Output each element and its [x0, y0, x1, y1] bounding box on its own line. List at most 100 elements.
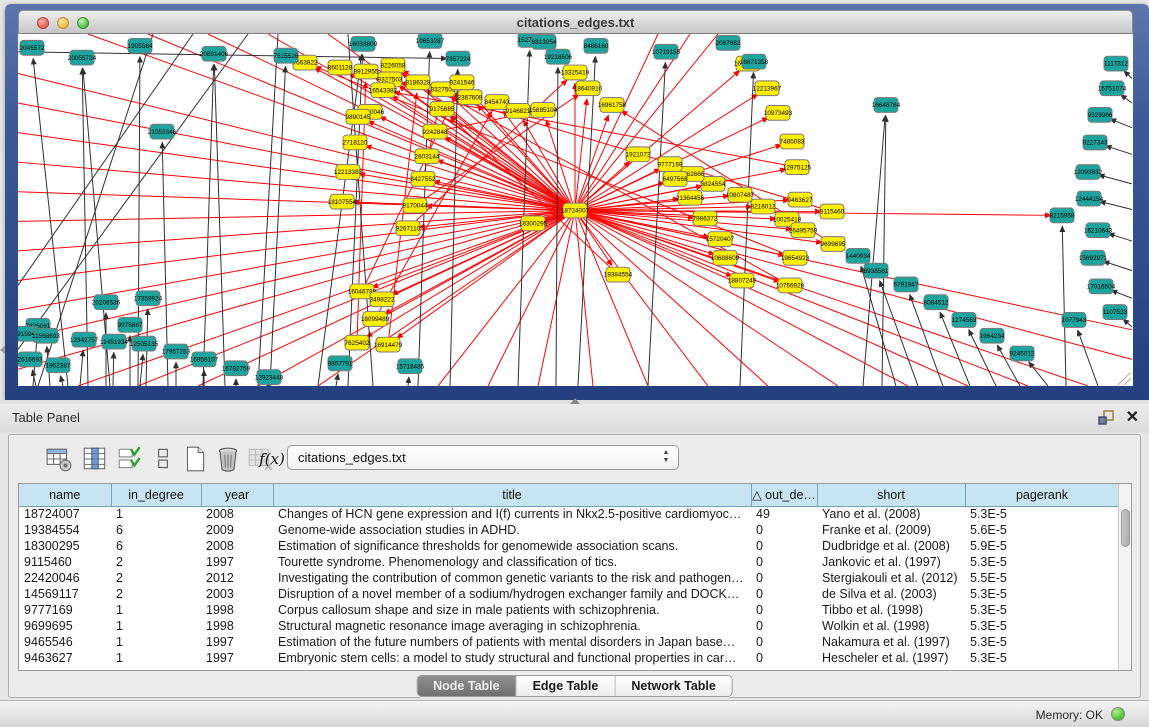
table-cell[interactable]: 2012 — [201, 570, 273, 586]
table-cell[interactable]: Structural magnetic resonance image aver… — [273, 618, 751, 634]
graph-node[interactable]: 10807487 — [726, 187, 755, 202]
network-canvas[interactable]: 1872400776638228601128891295582260589327… — [18, 34, 1133, 386]
table-cell[interactable]: 5.9E-5 — [965, 538, 1119, 554]
table-cell[interactable]: 2 — [111, 586, 201, 602]
table-cell[interactable]: 9115460 — [19, 554, 111, 570]
table-cell[interactable]: 0 — [751, 650, 817, 666]
graph-node[interactable]: 9175685 — [430, 102, 455, 117]
table-cell[interactable]: Genome-wide association studies in ADHD. — [273, 522, 751, 538]
graph-node[interactable]: 12213383 — [334, 165, 363, 180]
table-cell[interactable]: 0 — [751, 586, 817, 602]
table-cell[interactable]: 9777169 — [19, 602, 111, 618]
table-cell[interactable]: 18300295 — [19, 538, 111, 554]
graph-node[interactable]: 12975125 — [783, 160, 812, 175]
table-cell[interactable]: 5.3E-5 — [965, 602, 1119, 618]
table-cell[interactable]: Hescheler et al. (1997) — [817, 650, 965, 666]
graph-node[interactable]: 1077943 — [1062, 313, 1087, 328]
graph-node[interactable]: 2718120 — [343, 135, 368, 150]
table-cell[interactable]: Changes of HCN gene expression and I(f) … — [273, 506, 751, 522]
graph-node[interactable]: 17957253 — [162, 344, 191, 359]
column-header-name[interactable]: name — [19, 484, 111, 506]
graph-node[interactable]: 9115460 — [820, 204, 845, 219]
graph-node[interactable]: 19218506 — [544, 49, 573, 64]
table-cell[interactable]: Estimation of significance thresholds fo… — [273, 538, 751, 554]
graph-node[interactable]: 2087682 — [716, 35, 741, 50]
graph-node[interactable]: 9975887 — [118, 317, 143, 332]
graph-node[interactable]: 11568693 — [32, 328, 60, 343]
graph-node[interactable]: 15692971 — [1079, 250, 1108, 265]
table-row[interactable]: 1456911722003Disruption of a novel membe… — [19, 586, 1119, 602]
graph-node[interactable]: 16671358 — [740, 54, 769, 69]
table-cell[interactable]: Jankovic et al. (1997) — [817, 554, 965, 570]
graph-node[interactable]: 16033809 — [349, 36, 378, 51]
table-cell[interactable]: 0 — [751, 618, 817, 634]
graph-node[interactable]: 7485083 — [780, 134, 805, 149]
table-cell[interactable]: 1 — [111, 634, 201, 650]
table-scrollbar[interactable] — [1118, 484, 1131, 670]
table-cell[interactable]: Dudbridge et al. (2008) — [817, 538, 965, 554]
graph-node[interactable]: 9170044 — [403, 198, 428, 213]
graph-node[interactable]: 9890145 — [346, 109, 371, 124]
graph-node[interactable]: 12505135 — [130, 336, 159, 351]
graph-node[interactable]: 9227343 — [1083, 135, 1108, 150]
select-all-icon[interactable] — [116, 445, 144, 473]
graph-node[interactable]: 17359924 — [134, 291, 163, 306]
graph-node[interactable]: 1962387 — [46, 358, 71, 373]
graph-node[interactable]: 3498222 — [370, 292, 395, 307]
graph-node[interactable]: 8186328 — [406, 75, 431, 90]
graph-node[interactable]: 16914479 — [374, 337, 403, 352]
table-cell[interactable]: 1998 — [201, 602, 273, 618]
graph-node[interactable]: 18640910 — [574, 81, 603, 96]
graph-node[interactable]: 8912955 — [354, 64, 379, 79]
graph-node[interactable]: 18099489 — [361, 312, 390, 327]
graph-node[interactable]: 21364456 — [676, 190, 705, 205]
graph-node[interactable]: 16961758 — [598, 98, 627, 113]
row-height-icon[interactable] — [149, 445, 177, 473]
table-cell[interactable]: 6 — [111, 538, 201, 554]
table-cell[interactable]: 5.3E-5 — [965, 506, 1119, 522]
graph-node[interactable]: 6497568 — [663, 172, 688, 187]
graph-node[interactable]: 8938581 — [864, 263, 889, 278]
graph-node[interactable]: 8813054 — [532, 34, 557, 49]
table-cell[interactable]: 5.3E-5 — [965, 554, 1119, 570]
table-cell[interactable]: 5.3E-5 — [965, 634, 1119, 650]
graph-node[interactable]: 7857224 — [446, 51, 471, 66]
graph-node[interactable]: 12093832 — [1074, 165, 1103, 180]
graph-node[interactable]: 2367608 — [458, 90, 483, 105]
graph-node[interactable]: 16958107 — [190, 352, 219, 367]
tab-node-table[interactable]: Node Table — [417, 676, 516, 696]
float-panel-icon[interactable] — [1097, 409, 1115, 427]
table-row[interactable]: 911546021997Tourette syndrome. Phenomeno… — [19, 554, 1119, 570]
table-cell[interactable]: Franke et al. (2009) — [817, 522, 965, 538]
graph-node[interactable]: 9242848 — [423, 124, 448, 139]
graph-node[interactable]: 8215958 — [1050, 208, 1075, 223]
table-cell[interactable]: 1 — [111, 618, 201, 634]
table-cell[interactable]: 14569117 — [19, 586, 111, 602]
table-cell[interactable]: 2003 — [201, 586, 273, 602]
table-cell[interactable]: 0 — [751, 522, 817, 538]
graph-node[interactable]: 15720407 — [706, 232, 735, 247]
graph-node[interactable]: 6791947 — [894, 277, 919, 292]
tab-network-table[interactable]: Network Table — [615, 676, 732, 696]
graph-node[interactable]: 15751074 — [1098, 81, 1127, 96]
table-cell[interactable]: Corpus callosum shape and size in male p… — [273, 602, 751, 618]
table-cell[interactable]: Yano et al. (2008) — [817, 506, 965, 522]
table-cell[interactable]: 9699695 — [19, 618, 111, 634]
table-cell[interactable]: 5.3E-5 — [965, 650, 1119, 666]
column-header-out_degree[interactable]: △ out_de… — [751, 484, 817, 506]
table-settings-icon[interactable] — [45, 445, 73, 473]
graph-node[interactable]: 9329966 — [1088, 107, 1113, 122]
table-row[interactable]: 1938455462009Genome-wide association stu… — [19, 522, 1119, 538]
graph-node[interactable]: 26495759 — [789, 223, 818, 238]
graph-node[interactable]: 9245012 — [1010, 346, 1035, 361]
graph-node[interactable]: 8226058 — [381, 58, 406, 73]
table-row[interactable]: 1830029562008Estimation of significance … — [19, 538, 1119, 554]
table-panel-header[interactable]: Table Panel ✕ — [0, 404, 1149, 432]
graph-node[interactable]: 16543382 — [369, 83, 398, 98]
graph-node[interactable]: 20891406 — [200, 46, 229, 61]
table-cell[interactable]: 1 — [111, 602, 201, 618]
graph-node[interactable]: 16210643 — [1084, 223, 1113, 238]
graph-node[interactable]: 9777169 — [658, 157, 683, 172]
graph-node[interactable]: 10719155 — [652, 44, 681, 59]
table-cell[interactable]: 2 — [111, 554, 201, 570]
